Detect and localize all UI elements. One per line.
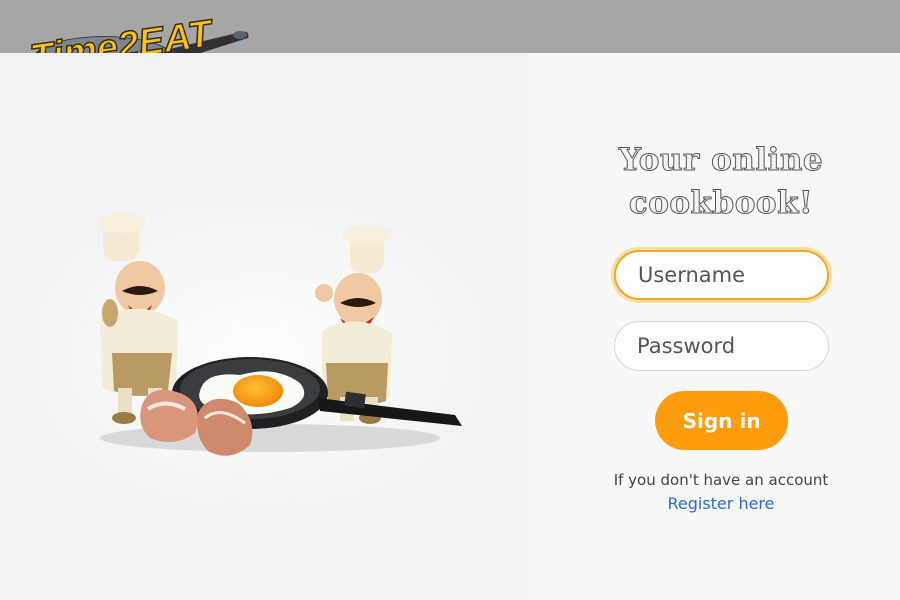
chefs-cooking-image: [40, 203, 480, 503]
hero-panel: [0, 53, 528, 600]
no-account-text: If you don't have an account: [613, 471, 829, 489]
username-input[interactable]: [614, 250, 829, 300]
register-link[interactable]: Register here: [528, 494, 900, 513]
heading-line-2: cookbook!: [628, 185, 814, 222]
heading-line-1: Your online: [618, 142, 824, 179]
password-input[interactable]: [614, 321, 829, 371]
page-title: Your online cookbook!: [528, 139, 900, 225]
login-panel: Your online cookbook! Sign in If you don…: [528, 53, 900, 600]
sign-in-button[interactable]: Sign in: [655, 391, 788, 450]
